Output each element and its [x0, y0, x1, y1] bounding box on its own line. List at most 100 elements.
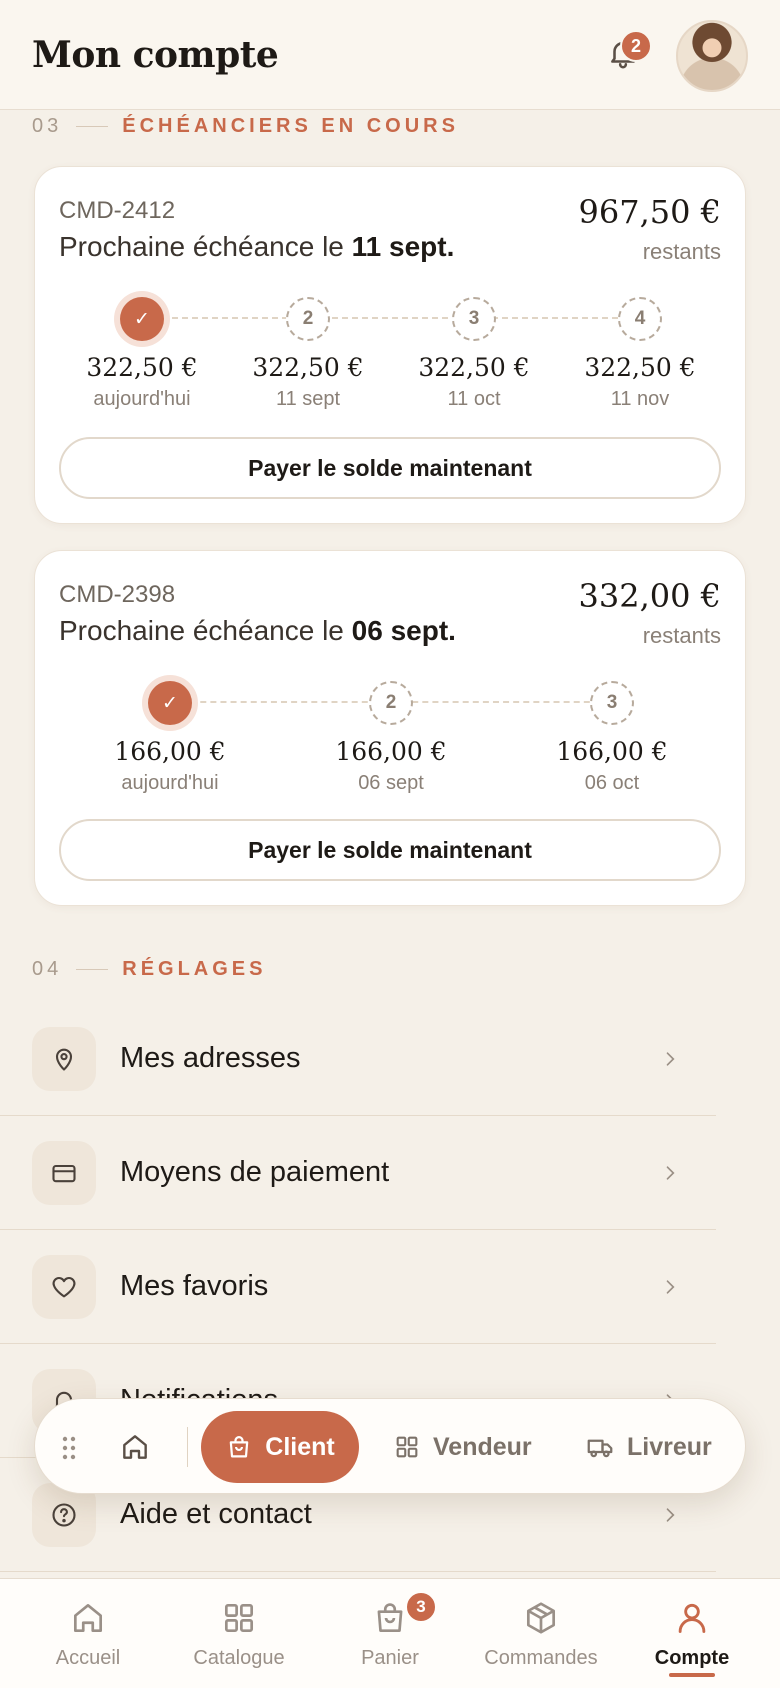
nav-label: Compte — [654, 1647, 730, 1669]
divider — [187, 1427, 188, 1467]
grid-icon — [396, 1436, 418, 1458]
installment-date: 11 sept — [275, 388, 341, 410]
order-ref: CMD-2398 — [59, 581, 176, 608]
installment-step: ✓ 166,00 € aujourd'hui — [90, 681, 250, 795]
step-number: 3 — [452, 297, 496, 341]
settings-item-label: Mes adresses — [120, 1042, 301, 1074]
remaining-label: restants — [642, 239, 721, 264]
installment-date: 11 nov — [610, 388, 670, 410]
order-ref: CMD-2412 — [59, 197, 176, 224]
installment-step: 4 322,50 € 11 nov — [560, 297, 720, 411]
role-vendor-label: Vendeur — [433, 1432, 532, 1461]
check-icon: ✓ — [120, 297, 164, 341]
role-client-label: Client — [265, 1432, 335, 1461]
app-header: Mon compte 2 — [0, 0, 780, 110]
section-title: ÉCHÉANCIERS EN COURS — [122, 115, 459, 137]
section-divider — [76, 969, 109, 970]
shopping-bag-icon — [377, 1603, 403, 1633]
settings-item-payment-methods[interactable]: Moyens de paiement — [0, 1116, 716, 1230]
nav-item-cart[interactable]: 3 Panier — [315, 1591, 465, 1670]
home-icon — [73, 1603, 103, 1633]
schedule-card: CMD-2398 Prochaine échéance le 06 sept. … — [34, 550, 746, 906]
chevron-right-icon — [666, 1165, 675, 1180]
installment-amount: 322,50 € — [86, 353, 198, 382]
grid-icon — [224, 1603, 254, 1633]
installment-step: ✓ 322,50 € aujourd'hui — [62, 297, 222, 411]
step-number: 2 — [369, 681, 413, 725]
step-number: 3 — [590, 681, 634, 725]
installment-date: 06 oct — [584, 772, 640, 794]
settings-item-favorites[interactable]: Mes favoris — [0, 1230, 716, 1344]
icon-tile — [32, 1140, 96, 1205]
nav-item-home[interactable]: Accueil — [13, 1599, 163, 1670]
nav-item-catalogue[interactable]: Catalogue — [164, 1599, 314, 1670]
nav-label: Commandes — [484, 1647, 598, 1669]
home-icon[interactable] — [119, 1431, 151, 1463]
check-icon: ✓ — [148, 681, 192, 725]
installment-date: 06 sept — [358, 772, 424, 794]
installment-amount: 322,50 € — [584, 353, 696, 382]
credit-card-icon — [52, 1164, 76, 1182]
installment-amount: 322,50 € — [418, 353, 530, 382]
settings-item-label: Moyens de paiement — [120, 1156, 390, 1188]
section-number: 03 — [32, 115, 63, 137]
chevron-right-icon — [666, 1279, 675, 1294]
installment-amount: 322,50 € — [252, 353, 364, 382]
installment-date: aujourd'hui — [121, 772, 219, 794]
role-courier-button[interactable]: Livreur — [585, 1411, 712, 1483]
installment-amount: 166,00 € — [114, 737, 226, 766]
chevron-right-icon — [666, 1507, 675, 1522]
section-number: 04 — [32, 958, 63, 980]
settings-item-label: Mes favoris — [120, 1270, 269, 1302]
next-payment-date: 06 sept. — [351, 615, 456, 646]
settings-item-addresses[interactable]: Mes adresses — [0, 1002, 716, 1116]
map-pin-icon — [55, 1048, 73, 1071]
schedule-card: CMD-2412 Prochaine échéance le 11 sept. … — [34, 166, 746, 524]
installment-amount: 166,00 € — [335, 737, 447, 766]
section-title: RÉGLAGES — [122, 958, 267, 980]
next-payment-date: 11 sept. — [351, 231, 455, 262]
notifications-button[interactable]: 2 — [606, 30, 652, 76]
role-switcher: Client Vendeur Livreur — [34, 1398, 746, 1494]
remaining-amount: 967,50 € — [578, 193, 722, 231]
drag-handle-icon[interactable] — [61, 1435, 77, 1461]
installment-date: 11 oct — [447, 388, 501, 410]
nav-item-account[interactable]: Compte — [617, 1599, 767, 1670]
installment-step: 2 166,00 € 06 sept — [311, 681, 471, 795]
notification-badge: 2 — [620, 30, 652, 62]
box-icon — [526, 1602, 556, 1634]
next-payment-prefix: Prochaine échéance le — [59, 231, 352, 262]
installment-steps: ✓ 322,50 € aujourd'hui 2 322,50 € 11 sep… — [59, 297, 721, 417]
icon-tile — [32, 1026, 96, 1091]
pay-balance-button[interactable]: Payer le solde maintenant — [59, 437, 721, 499]
step-number: 2 — [286, 297, 330, 341]
account-page: Mon compte 2 03 ÉCHÉANCIERS EN COURS CMD… — [0, 0, 780, 1688]
section-header-schedules: 03 ÉCHÉANCIERS EN COURS — [32, 115, 459, 138]
installment-amount: 166,00 € — [556, 737, 668, 766]
installment-date: aujourd'hui — [93, 388, 191, 410]
truck-icon — [587, 1439, 613, 1458]
settings-item-label: Aide et contact — [120, 1498, 312, 1530]
bottom-navigation: Accueil Catalogue 3 Panier Commandes Com… — [0, 1578, 780, 1688]
installment-step: 3 166,00 € 06 oct — [532, 681, 692, 795]
step-number: 4 — [618, 297, 662, 341]
nav-label: Accueil — [55, 1647, 121, 1669]
pay-balance-button[interactable]: Payer le solde maintenant — [59, 819, 721, 881]
remaining-label: restants — [642, 623, 721, 648]
installment-steps: ✓ 166,00 € aujourd'hui 2 166,00 € 06 sep… — [59, 681, 721, 801]
page-title: Mon compte — [32, 33, 279, 76]
help-circle-icon — [52, 1502, 76, 1527]
nav-item-orders[interactable]: Commandes — [466, 1599, 616, 1670]
next-payment-text: Prochaine échéance le 11 sept. — [59, 231, 454, 263]
remaining-amount: 332,00 € — [578, 577, 722, 615]
active-indicator — [669, 1673, 715, 1677]
section-header-settings: 04 RÉGLAGES — [32, 958, 267, 981]
icon-tile — [32, 1254, 96, 1319]
next-payment-text: Prochaine échéance le 06 sept. — [59, 615, 456, 647]
shopping-bag-icon — [229, 1435, 249, 1458]
role-client-button[interactable]: Client — [201, 1411, 359, 1483]
heart-icon — [52, 1276, 76, 1297]
role-vendor-button[interactable]: Vendeur — [393, 1411, 532, 1483]
installment-step: 2 322,50 € 11 sept — [228, 297, 388, 411]
avatar[interactable] — [676, 20, 748, 92]
